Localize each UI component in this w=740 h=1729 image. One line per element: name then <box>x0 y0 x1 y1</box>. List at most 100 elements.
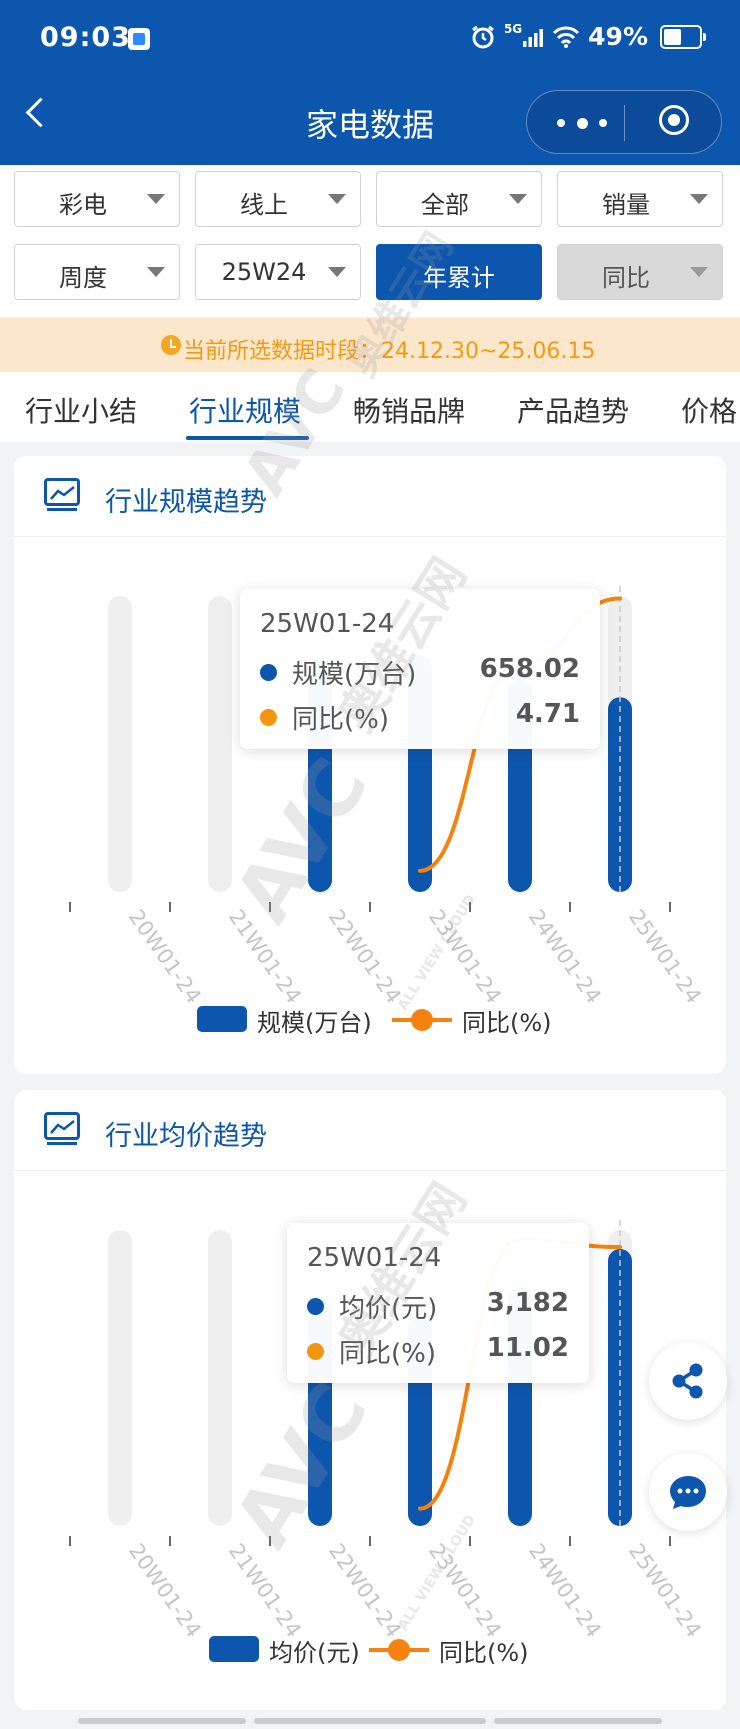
legend-label[interactable]: 规模(万台) <box>257 1003 372 1038</box>
legend-dot-swatch <box>411 1009 433 1031</box>
x-tick-label: 25W01-24 <box>624 905 706 1008</box>
status-indicators: 5G 49% <box>470 21 706 51</box>
home-indicator <box>494 1718 662 1724</box>
filter-region[interactable]: 全部 <box>376 171 542 227</box>
filter-metric[interactable]: 销量 <box>557 171 723 227</box>
chat-bubble-icon <box>670 1476 706 1509</box>
chevron-down-icon <box>328 194 346 204</box>
tooltip-value: 658.02 <box>479 654 580 684</box>
tooltip-row: 均价(元) 3,182 <box>307 1288 569 1324</box>
chart-tooltip: 25W01-24 规模(万台) 658.02 同比(%) 4.71 <box>240 589 600 749</box>
x-tick-label: 22W01-24 <box>324 905 406 1008</box>
tab-summary[interactable]: 行业小结 <box>25 390 137 430</box>
share-button[interactable] <box>649 1342 727 1420</box>
filter-label: 线上 <box>240 191 288 219</box>
filter-label: 同比 <box>602 264 650 292</box>
scale-trend-card: 行业规模趋势 20W01-24 21W01-24 22W01-24 23W01-24 2… <box>14 456 726 1074</box>
filter-panel: 彩电 线上 全部 销量 周度 25W24 年累计 同比 <box>0 165 740 317</box>
network-label: 5G <box>503 21 523 36</box>
clock-icon <box>161 335 181 355</box>
filter-label: 彩电 <box>59 191 107 219</box>
bar-track <box>108 1230 132 1526</box>
capsule-divider <box>624 105 625 141</box>
period-notice: 当前所选数据时段：24.12.30~25.06.15 <box>0 318 740 372</box>
notification-app-icon <box>128 28 150 50</box>
tooltip-value: 4.71 <box>515 699 580 729</box>
home-indicator <box>254 1718 486 1724</box>
chart-tooltip: 25W01-24 均价(元) 3,182 同比(%) 11.02 <box>287 1223 589 1383</box>
tooltip-row: 规模(万台) 658.02 <box>260 654 580 690</box>
chevron-down-icon <box>147 267 165 277</box>
series-dot <box>260 664 277 681</box>
tab-price[interactable]: 价格 <box>681 390 737 430</box>
chevron-down-icon <box>147 194 165 204</box>
x-tick-label: 23W01-24 <box>424 905 506 1008</box>
x-tick-label: 20W01-24 <box>124 1539 206 1642</box>
x-tick-label: 25W01-24 <box>624 1539 706 1642</box>
active-tab-indicator <box>186 436 309 440</box>
legend-dot-swatch <box>388 1639 410 1661</box>
chat-button[interactable] <box>649 1453 727 1531</box>
bar-track <box>208 1230 232 1526</box>
legend-label[interactable]: 同比(%) <box>439 1633 529 1668</box>
legend-label[interactable]: 同比(%) <box>462 1003 552 1038</box>
filter-category[interactable]: 彩电 <box>14 171 180 227</box>
battery-percent: 49% <box>588 22 648 51</box>
price-trend-chart: 20W01-24 21W01-24 22W01-24 23W01-24 24W01-24… <box>69 1220 706 1642</box>
price-trend-card: 行业均价趋势 20W01-24 21W01-24 22W01-24 23W01-24 2… <box>14 1090 726 1710</box>
period-notice-text: 当前所选数据时段：24.12.30~25.06.15 <box>183 339 596 364</box>
filter-period-type[interactable]: 周度 <box>14 244 180 300</box>
tab-industry-scale[interactable]: 行业规模 <box>189 390 301 430</box>
signal-icon <box>523 28 544 47</box>
filter-channel[interactable]: 线上 <box>195 171 361 227</box>
x-tick-label: 21W01-24 <box>224 905 306 1008</box>
ytd-button[interactable]: 年累计 <box>376 244 542 300</box>
x-tick-label: 23W01-24 <box>424 1539 506 1642</box>
legend-bar-swatch[interactable] <box>197 1006 247 1032</box>
filter-label: 25W24 <box>221 258 307 286</box>
x-tick-label: 24W01-24 <box>524 905 606 1008</box>
status-time: 09:03 <box>40 22 131 53</box>
x-tick-label: 22W01-24 <box>324 1539 406 1642</box>
wifi-icon <box>553 26 580 48</box>
x-tick-label: 21W01-24 <box>224 1539 306 1642</box>
x-tick-label: 20W01-24 <box>124 905 206 1008</box>
tooltip-series-name: 同比(%) <box>339 1339 436 1369</box>
tab-top-brands[interactable]: 畅销品牌 <box>353 390 465 430</box>
tooltip-series-name: 均价(元) <box>339 1294 438 1324</box>
filter-label: 销量 <box>602 191 650 219</box>
tooltip-value: 3,182 <box>486 1288 569 1318</box>
chart-legend: 规模(万台) 同比(%) <box>197 1001 577 1038</box>
legend-bar-swatch[interactable] <box>209 1636 259 1662</box>
filter-comparison[interactable]: 同比 <box>557 244 723 300</box>
tooltip-title: 25W01-24 <box>307 1243 442 1273</box>
tooltip-row: 同比(%) 4.71 <box>260 699 580 735</box>
series-dot <box>307 1298 324 1315</box>
tooltip-series-name: 同比(%) <box>292 705 389 735</box>
x-tick-label: 24W01-24 <box>524 1539 606 1642</box>
legend-label[interactable]: 均价(元) <box>269 1633 360 1668</box>
title-bar: 09:03 5G 49% 家电数据 <box>0 0 740 165</box>
close-target-icon[interactable] <box>659 105 689 135</box>
chevron-down-icon <box>690 267 708 277</box>
filter-label: 年累计 <box>423 264 495 292</box>
filter-week[interactable]: 25W24 <box>195 244 361 300</box>
chart-legend: 均价(元) 同比(%) <box>209 1631 569 1668</box>
chevron-down-icon <box>328 267 346 277</box>
more-icon[interactable] <box>557 115 607 131</box>
chevron-down-icon <box>509 194 527 204</box>
mini-program-capsule <box>526 90 722 154</box>
tooltip-title: 25W01-24 <box>260 609 395 639</box>
chevron-down-icon <box>690 194 708 204</box>
battery-icon <box>660 24 706 49</box>
tooltip-series-name: 规模(万台) <box>292 660 417 690</box>
tab-product-trends[interactable]: 产品趋势 <box>517 390 629 430</box>
alarm-icon <box>472 25 494 48</box>
home-indicator <box>78 1718 246 1724</box>
bar-track <box>208 596 232 892</box>
scale-trend-chart: 20W01-24 21W01-24 22W01-24 23W01-24 24W01-24… <box>69 586 706 1008</box>
series-dot <box>307 1343 324 1360</box>
tab-bar: 行业小结 行业规模 畅销品牌 产品趋势 价格 <box>0 372 740 442</box>
filter-label: 全部 <box>421 191 469 219</box>
bar-track <box>108 596 132 892</box>
